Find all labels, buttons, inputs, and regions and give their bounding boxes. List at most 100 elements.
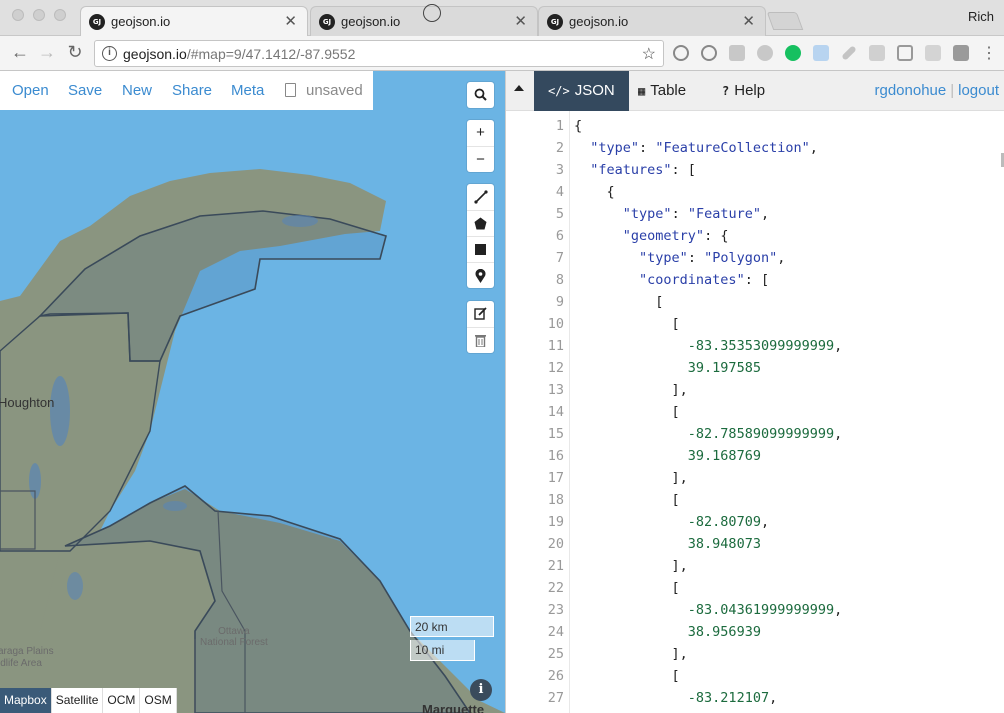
code-line[interactable]: 22 [ bbox=[506, 577, 1004, 599]
code-line[interactable]: 2 "type": "FeatureCollection", bbox=[506, 137, 1004, 159]
line-number: 2 bbox=[555, 140, 564, 156]
search-control[interactable] bbox=[467, 82, 494, 108]
code-line[interactable]: 27 -83.212107, bbox=[506, 687, 1004, 709]
layer-option-mapbox[interactable]: Mapbox bbox=[0, 688, 52, 713]
cast-icon[interactable] bbox=[897, 45, 913, 61]
extension-grammarly-icon[interactable] bbox=[785, 45, 801, 61]
window-maximize-button[interactable] bbox=[54, 9, 66, 21]
code-text: 38.948073 bbox=[687, 536, 761, 552]
draw-rectangle-icon[interactable] bbox=[467, 236, 494, 262]
open-menu[interactable]: Open bbox=[12, 82, 49, 99]
code-text: [ bbox=[574, 668, 680, 684]
code-line[interactable]: 15 -82.78589099999999, bbox=[506, 423, 1004, 445]
code-line[interactable]: 23 -83.04361999999999, bbox=[506, 599, 1004, 621]
forward-arrow-icon[interactable]: → bbox=[36, 42, 58, 63]
profile-name[interactable]: Rich bbox=[968, 9, 994, 24]
username-link[interactable]: rgdonohue bbox=[874, 82, 946, 99]
code-line[interactable]: 7 "type": "Polygon", bbox=[506, 247, 1004, 269]
share-menu[interactable]: Share bbox=[172, 82, 212, 99]
extension-clover-icon[interactable] bbox=[757, 45, 773, 61]
address-bar[interactable]: i geojson.io/#map=9/47.1412/-87.9552 ☆ bbox=[94, 40, 664, 67]
extension-paint-icon[interactable] bbox=[813, 45, 829, 61]
code-line[interactable]: 16 39.168769 bbox=[506, 445, 1004, 467]
layer-switcher: Mapbox Satellite OCM OSM bbox=[0, 688, 177, 713]
code-text: ], bbox=[574, 558, 688, 574]
edit-icon[interactable] bbox=[467, 301, 494, 327]
code-line[interactable]: 5 "type": "Feature", bbox=[506, 203, 1004, 225]
extension-info-icon[interactable] bbox=[701, 45, 717, 61]
layer-option-osm[interactable]: OSM bbox=[140, 688, 177, 713]
code-line[interactable]: 6 "geometry": { bbox=[506, 225, 1004, 247]
meta-menu[interactable]: Meta bbox=[231, 82, 264, 99]
extension-leaf-icon[interactable] bbox=[869, 45, 885, 61]
back-arrow-icon[interactable]: ← bbox=[9, 42, 31, 63]
code-icon: </> bbox=[548, 84, 570, 98]
browser-menu-icon[interactable]: ⋮ bbox=[978, 43, 1000, 63]
code-line[interactable]: 14 [ bbox=[506, 401, 1004, 423]
draw-polygon-icon[interactable] bbox=[467, 210, 494, 236]
attribution-info-icon[interactable]: i bbox=[470, 679, 492, 701]
extension-chat-icon[interactable] bbox=[925, 45, 941, 61]
code-line[interactable]: 17 ], bbox=[506, 467, 1004, 489]
new-tab-button[interactable] bbox=[766, 12, 804, 30]
browser-tab-1[interactable]: GJ geojson.io ✕ bbox=[80, 6, 308, 37]
search-icon[interactable] bbox=[467, 82, 494, 108]
save-menu[interactable]: Save bbox=[68, 82, 102, 99]
map-view[interactable]: Open Save New Share Meta unsaved + − Hou… bbox=[0, 71, 505, 713]
code-line[interactable]: 1{ bbox=[506, 115, 1004, 137]
collapse-panel-icon[interactable] bbox=[514, 85, 524, 91]
panel-header: </> JSON ▦ Table ? Help rgdonohue | logout bbox=[506, 71, 1004, 111]
code-line[interactable]: 24 38.956939 bbox=[506, 621, 1004, 643]
draw-line-icon[interactable] bbox=[467, 184, 494, 210]
code-line[interactable]: 19 -82.80709, bbox=[506, 511, 1004, 533]
zoom-out-button[interactable]: − bbox=[467, 146, 494, 172]
tab-help[interactable]: ? Help bbox=[708, 71, 779, 111]
tab-table[interactable]: ▦ Table bbox=[624, 71, 700, 111]
layer-option-ocm[interactable]: OCM bbox=[103, 688, 141, 713]
line-number: 14 bbox=[547, 404, 564, 420]
code-line[interactable]: 25 ], bbox=[506, 643, 1004, 665]
code-line[interactable]: 11 -83.35353099999999, bbox=[506, 335, 1004, 357]
json-editor[interactable]: 1{2 "type": "FeatureCollection", 3 "featu… bbox=[506, 111, 1004, 713]
tab-close-icon[interactable]: ✕ bbox=[514, 12, 527, 30]
code-line[interactable]: 18 [ bbox=[506, 489, 1004, 511]
code-line[interactable]: 9 [ bbox=[506, 291, 1004, 313]
layer-option-satellite[interactable]: Satellite bbox=[51, 688, 104, 713]
code-line[interactable]: 12 39.197585 bbox=[506, 357, 1004, 379]
code-text: [ bbox=[574, 404, 680, 420]
tab-title: geojson.io bbox=[341, 14, 401, 29]
tab-close-icon[interactable]: ✕ bbox=[742, 12, 755, 30]
logout-link[interactable]: logout bbox=[958, 82, 999, 99]
code-text: { bbox=[574, 118, 583, 134]
code-line[interactable]: 10 [ bbox=[506, 313, 1004, 335]
line-number: 13 bbox=[547, 382, 564, 398]
browser-tab-3[interactable]: GJ geojson.io ✕ bbox=[538, 6, 766, 36]
bookmark-star-icon[interactable]: ☆ bbox=[642, 44, 656, 64]
address-url[interactable]: geojson.io/#map=9/47.1412/-87.9552 bbox=[123, 46, 355, 62]
code-line[interactable]: 21 ], bbox=[506, 555, 1004, 577]
tab-close-icon[interactable]: ✕ bbox=[284, 12, 297, 30]
code-line[interactable]: 20 38.948073 bbox=[506, 533, 1004, 555]
code-line[interactable]: 13 ], bbox=[506, 379, 1004, 401]
code-text: [ bbox=[574, 316, 680, 332]
zoom-in-button[interactable]: + bbox=[467, 120, 494, 146]
trash-icon[interactable] bbox=[467, 327, 494, 353]
extension-sync-icon[interactable] bbox=[673, 45, 689, 61]
line-number: 19 bbox=[547, 514, 564, 530]
code-text: "type": "FeatureCollection", bbox=[590, 140, 818, 156]
code-text: -83.04361999999999, bbox=[687, 602, 843, 618]
extension-pencil-icon[interactable] bbox=[841, 45, 857, 61]
window-close-button[interactable] bbox=[12, 9, 24, 21]
extension-square-icon[interactable] bbox=[953, 45, 969, 61]
code-line[interactable]: 4 { bbox=[506, 181, 1004, 203]
code-line[interactable]: 26 [ bbox=[506, 665, 1004, 687]
code-line[interactable]: 3 "features": [ bbox=[506, 159, 1004, 181]
code-line[interactable]: 8 "coordinates": [ bbox=[506, 269, 1004, 291]
reload-icon[interactable]: ↻ bbox=[64, 42, 86, 63]
tab-json[interactable]: </> JSON bbox=[534, 71, 629, 111]
window-minimize-button[interactable] bbox=[33, 9, 45, 21]
site-info-icon[interactable]: i bbox=[102, 46, 117, 61]
new-menu[interactable]: New bbox=[122, 82, 152, 99]
extension-cloud-icon[interactable] bbox=[729, 45, 745, 61]
draw-marker-icon[interactable] bbox=[467, 262, 494, 288]
